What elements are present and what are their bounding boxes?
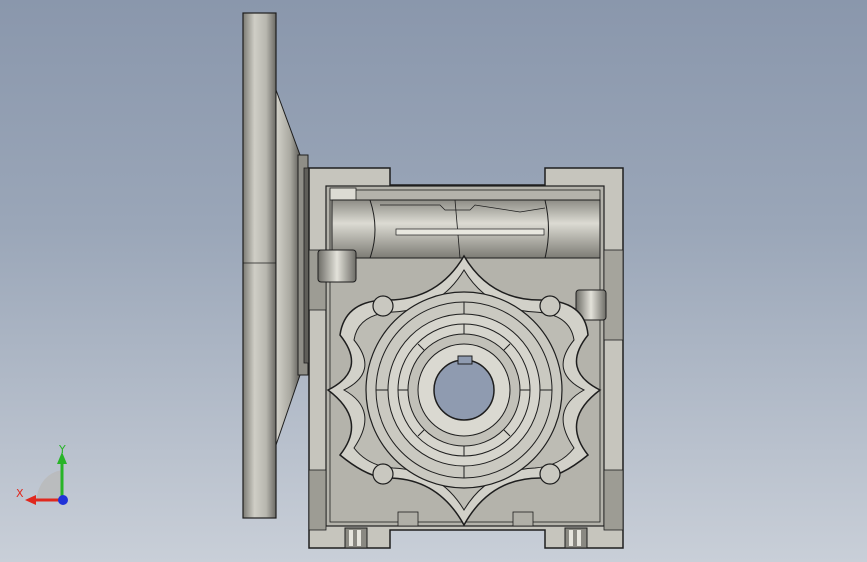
y-axis-label: Y: [58, 443, 66, 456]
axis-triad: Y X: [16, 443, 68, 505]
cad-viewport[interactable]: Y X: [0, 0, 867, 562]
z-axis-dot: [58, 495, 68, 505]
x-axis-label: X: [16, 487, 24, 500]
x-axis-head: [25, 495, 36, 505]
triad-plane: [36, 470, 62, 500]
